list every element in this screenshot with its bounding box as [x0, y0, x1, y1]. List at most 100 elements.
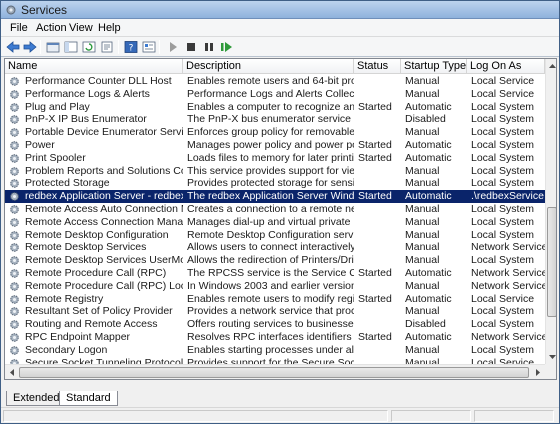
column-header-description[interactable]: Description — [183, 59, 354, 74]
service-row[interactable]: Routing and Remote Access Offers routing … — [5, 318, 545, 331]
service-gear-icon — [10, 294, 19, 304]
horizontal-scrollbar[interactable] — [5, 364, 545, 379]
service-row[interactable]: Print Spooler Loads files to memory for l… — [5, 152, 545, 165]
service-name: Protected Storage — [25, 177, 110, 190]
vertical-scrollbar[interactable] — [545, 59, 556, 364]
service-description: Resolves RPC interfaces identifiers to t… — [187, 330, 354, 343]
service-log-on-as: Network Service — [471, 279, 545, 292]
service-startup-type: Automatic — [405, 266, 452, 279]
service-name: redbex Application Server - redbex — [25, 190, 183, 203]
window-title: Services — [21, 3, 68, 17]
service-row[interactable]: Problem Reports and Solutions Control P.… — [5, 165, 545, 178]
service-row[interactable]: Remote Access Auto Connection Manager Cre… — [5, 203, 545, 216]
title-bar[interactable]: Services — [1, 1, 559, 19]
service-name: Remote Registry — [25, 292, 104, 305]
tab-standard[interactable]: Standard — [59, 391, 118, 406]
service-name: Portable Device Enumerator Service — [25, 126, 183, 139]
service-name: Routing and Remote Access — [25, 318, 158, 331]
menu-file[interactable]: File — [10, 22, 28, 34]
service-log-on-as: Local Service — [471, 87, 535, 100]
service-row[interactable]: Performance Counter DLL Host Enables remo… — [5, 75, 545, 88]
horizontal-scroll-thumb[interactable] — [19, 367, 529, 378]
selected-service-row[interactable]: redbex Application Server - redbex The re… — [5, 190, 545, 203]
show-hide-tree-icon[interactable] — [63, 39, 79, 55]
column-header-status[interactable]: Status — [354, 59, 401, 74]
column-header-startup-type[interactable]: Startup Type — [401, 59, 467, 74]
service-description: Manages dial-up and virtual private netw… — [187, 215, 354, 228]
toolbar-separator — [118, 40, 119, 54]
service-description: In Windows 2003 and earlier versions of … — [187, 279, 354, 292]
service-gear-icon — [10, 320, 19, 329]
service-description: Performance Logs and Alerts Collects per… — [187, 87, 354, 100]
service-name: Resultant Set of Policy Provider — [25, 305, 173, 318]
service-startup-type: Automatic — [405, 292, 452, 305]
service-row[interactable]: Power Manages power policy and power poli… — [5, 139, 545, 152]
up-folder-icon[interactable] — [45, 39, 61, 55]
export-list-icon[interactable] — [99, 39, 115, 55]
restart-service-icon[interactable] — [219, 39, 235, 55]
menu-help[interactable]: Help — [98, 22, 121, 34]
service-log-on-as: Local System — [471, 228, 535, 241]
service-row[interactable]: Secondary Logon Enables starting processe… — [5, 344, 545, 357]
service-description: Creates a connection to a remote network… — [187, 202, 354, 215]
service-startup-type: Disabled — [405, 113, 446, 126]
column-header-name[interactable]: Name — [5, 59, 183, 74]
service-row[interactable]: Plug and Play Enables a computer to recog… — [5, 101, 545, 114]
service-startup-type: Automatic — [405, 151, 452, 164]
forward-arrow-icon[interactable] — [22, 39, 38, 55]
service-gear-icon — [10, 217, 19, 227]
service-row[interactable]: PnP-X IP Bus Enumerator The PnP-X bus enu… — [5, 113, 545, 126]
start-service-icon[interactable] — [165, 39, 181, 55]
stop-service-icon[interactable] — [183, 39, 199, 55]
service-row[interactable]: Remote Access Connection Manager Manages … — [5, 216, 545, 229]
service-name: Problem Reports and Solutions Control P.… — [25, 164, 183, 177]
service-row[interactable]: Portable Device Enumerator Service Enforc… — [5, 126, 545, 139]
service-row[interactable]: Protected Storage Provides protected stor… — [5, 177, 545, 190]
service-name: Remote Access Connection Manager — [25, 215, 183, 228]
service-gear-icon — [10, 102, 19, 112]
scroll-right-icon[interactable] — [532, 366, 544, 378]
refresh-icon[interactable] — [81, 39, 97, 55]
service-startup-type: Manual — [405, 87, 440, 100]
service-name: Plug and Play — [25, 100, 90, 113]
service-row[interactable]: Remote Procedure Call (RPC) The RPCSS ser… — [5, 267, 545, 280]
services-list[interactable]: Name Description Status Startup Type Log… — [4, 58, 557, 380]
service-status — [358, 241, 401, 254]
service-startup-type: Manual — [405, 164, 440, 177]
service-row[interactable]: Remote Desktop Configuration Remote Deskt… — [5, 229, 545, 242]
service-row[interactable]: Remote Desktop Services UserMode Port...… — [5, 254, 545, 267]
back-arrow-icon[interactable] — [5, 39, 21, 55]
service-startup-type: Manual — [405, 126, 440, 139]
service-log-on-as: Local Service — [471, 292, 535, 305]
service-description: Enables starting processes under alterna… — [187, 343, 354, 356]
menu-bar: File Action View Help — [1, 19, 559, 37]
service-row[interactable]: Performance Logs & Alerts Performance Log… — [5, 88, 545, 101]
service-status — [358, 216, 401, 229]
scroll-left-icon[interactable] — [6, 366, 18, 378]
vertical-scroll-thumb[interactable] — [547, 207, 556, 317]
pause-service-icon[interactable] — [201, 39, 217, 55]
service-row[interactable]: RPC Endpoint Mapper Resolves RPC interfac… — [5, 331, 545, 344]
scroll-down-icon[interactable] — [546, 351, 556, 363]
service-row[interactable]: Remote Procedure Call (RPC) Locator In Wi… — [5, 280, 545, 293]
help-icon[interactable]: ? — [123, 39, 139, 55]
service-gear-icon — [10, 166, 19, 176]
service-startup-type: Automatic — [405, 100, 452, 113]
tab-extended[interactable]: Extended — [6, 391, 67, 406]
toolbar-separator — [40, 40, 41, 54]
status-bar — [1, 407, 559, 423]
service-log-on-as: Local System — [471, 305, 535, 318]
properties-icon[interactable] — [141, 39, 157, 55]
service-log-on-as: Local System — [471, 138, 535, 151]
column-header-log-on-as[interactable]: Log On As — [467, 59, 545, 74]
service-log-on-as: Local System — [471, 215, 535, 228]
service-row[interactable]: Remote Desktop Services Allows users to c… — [5, 241, 545, 254]
menu-view[interactable]: View — [69, 22, 93, 34]
service-row[interactable]: Remote Registry Enables remote users to m… — [5, 293, 545, 306]
service-gear-icon — [10, 307, 19, 317]
menu-action[interactable]: Action — [36, 22, 67, 34]
service-gear-icon — [10, 230, 19, 240]
scroll-up-icon[interactable] — [546, 60, 556, 72]
service-log-on-as: Local Service — [471, 75, 535, 87]
service-row[interactable]: Resultant Set of Policy Provider Provides… — [5, 305, 545, 318]
